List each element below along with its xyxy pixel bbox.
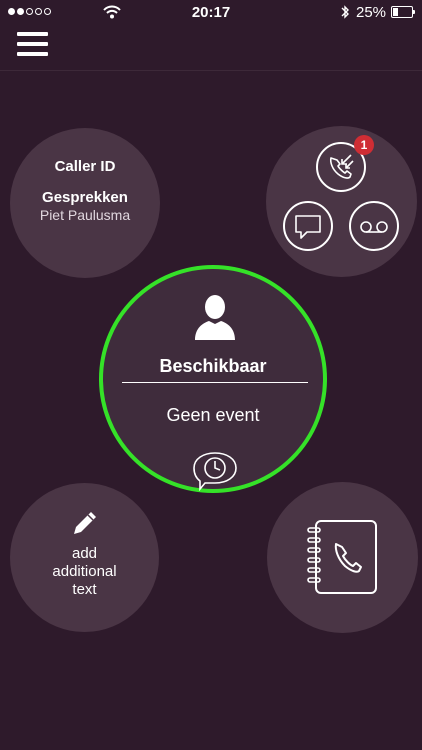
- pencil-icon: [74, 512, 96, 534]
- current-event: Geen event: [166, 405, 260, 425]
- add-text-line-1: add: [71, 545, 98, 562]
- voicemail-icon: [360, 221, 388, 233]
- add-text-line-2: additional: [52, 563, 117, 580]
- clock-event-icon: [193, 452, 237, 491]
- add-additional-text-button[interactable]: add additional text: [10, 483, 159, 632]
- battery-percentage: 25%: [356, 4, 387, 21]
- battery-fill: [393, 8, 398, 16]
- phonebook-icon: [307, 520, 377, 594]
- hamburger-menu-icon[interactable]: [15, 30, 51, 62]
- phonebook-button[interactable]: [267, 482, 418, 633]
- battery-tip: [413, 10, 415, 14]
- add-text-label: add additional text: [10, 545, 159, 599]
- availability-status-button[interactable]: Beschikbaar Geen event: [99, 265, 327, 493]
- user-silhouette-icon: [195, 295, 235, 340]
- missed-calls-badge: 1: [354, 135, 374, 155]
- status-bar: 20:17 25%: [0, 0, 422, 26]
- voicemail-button[interactable]: [349, 201, 399, 251]
- battery-icon: [391, 6, 413, 18]
- menu-bar: [17, 52, 48, 56]
- chat-icon: [295, 215, 321, 239]
- availability-state: Beschikbaar: [159, 356, 267, 376]
- menu-bar: [17, 32, 48, 36]
- calls-subtitle: Gesprekken: [42, 189, 128, 206]
- chat-button[interactable]: [283, 201, 333, 251]
- menu-bar: [17, 42, 48, 46]
- caller-name: Piet Paulusma: [39, 207, 131, 223]
- caller-id-title: Caller ID: [54, 158, 116, 175]
- status-divider: [122, 382, 308, 383]
- caller-id-button[interactable]: Caller ID Gesprekken Piet Paulusma: [10, 128, 160, 278]
- add-text-line-3: text: [72, 581, 97, 598]
- bluetooth-icon: [341, 5, 349, 19]
- header-divider: [0, 70, 422, 71]
